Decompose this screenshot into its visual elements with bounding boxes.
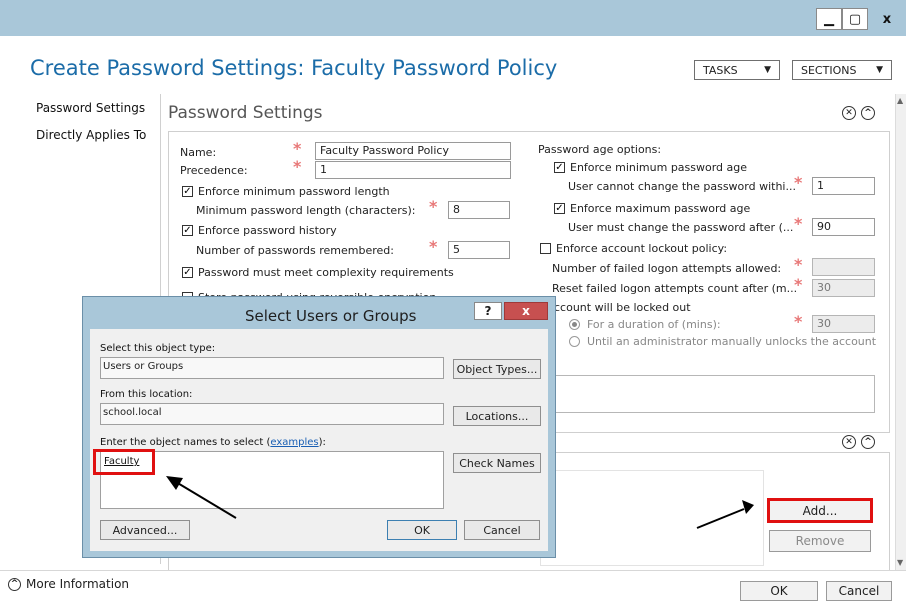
annotation-arrows <box>166 476 754 529</box>
arrow-to-faculty <box>166 476 237 519</box>
arrow-to-add <box>696 500 754 529</box>
